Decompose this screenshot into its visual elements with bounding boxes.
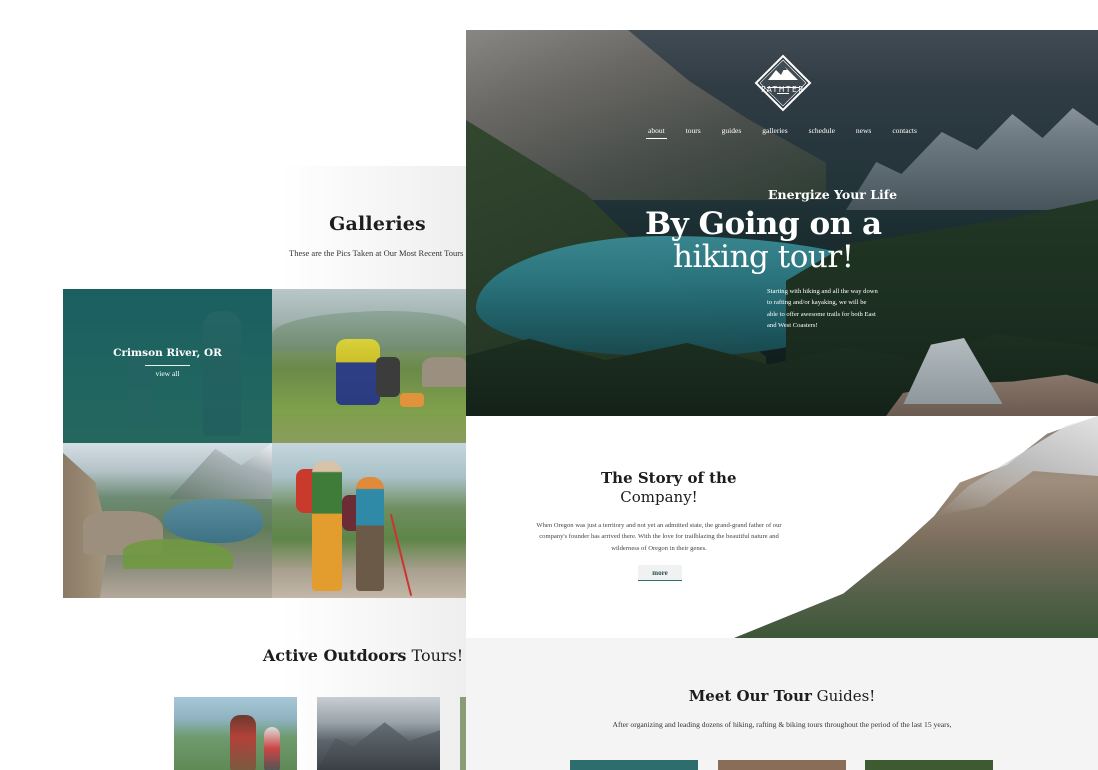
story-section: The Story of the Company! When Oregon wa… bbox=[466, 416, 1098, 638]
gallery-tile-featured[interactable]: Crimson River, OR view all bbox=[63, 289, 272, 443]
gallery-caption: Crimson River, OR bbox=[113, 347, 222, 359]
story-body: When Oregon was just a territory and not… bbox=[536, 522, 782, 552]
mountain-logo-icon[interactable] bbox=[754, 54, 812, 112]
guides-title-rest: Guides! bbox=[811, 687, 876, 705]
hero-title-line1: By Going on a bbox=[645, 206, 882, 242]
galleries-subtitle: These are the Pics Taken at Our Most Rec… bbox=[289, 248, 464, 258]
guides-title-bold: Meet Our Tour bbox=[688, 687, 812, 705]
backpack-shape bbox=[376, 357, 400, 397]
hiker-figure bbox=[264, 727, 280, 770]
mountain-shape bbox=[317, 722, 440, 770]
nav-item-contacts[interactable]: contacts bbox=[892, 126, 917, 135]
story-title-line2: Company! bbox=[620, 488, 698, 506]
nav-item-guides[interactable]: guides bbox=[722, 126, 742, 135]
nav-item-news[interactable]: news bbox=[856, 126, 871, 135]
hero-section: PATHTER about tours guides galleries sch… bbox=[466, 30, 1098, 416]
hiker-figure bbox=[312, 461, 342, 591]
guides-section: Meet Our Tour Guides! After organizing a… bbox=[466, 638, 1098, 770]
caption-divider bbox=[145, 365, 190, 366]
home-page-preview: PATHTER about tours guides galleries sch… bbox=[466, 30, 1098, 770]
logo-graphic bbox=[754, 54, 812, 112]
gear-bag-shape bbox=[400, 393, 424, 407]
hero-title-line2: hiking tour! bbox=[673, 239, 854, 275]
gallery-tile-backpacks[interactable] bbox=[272, 289, 466, 443]
gallery-tile-hikers[interactable] bbox=[272, 443, 466, 598]
nav-item-galleries[interactable]: galleries bbox=[762, 126, 787, 135]
guide-card[interactable] bbox=[718, 760, 846, 770]
gallery-grid: Crimson River, OR view all bbox=[63, 289, 466, 598]
nav-item-about[interactable]: about bbox=[646, 126, 667, 139]
guide-card[interactable] bbox=[570, 760, 698, 770]
view-all-link[interactable]: view all bbox=[63, 369, 272, 378]
mountain-shape bbox=[169, 443, 272, 499]
tour-card[interactable] bbox=[317, 697, 440, 770]
story-title-line1: The Story of the bbox=[601, 469, 737, 487]
nav-item-tours[interactable]: tours bbox=[686, 126, 701, 135]
tour-card[interactable] bbox=[174, 697, 297, 770]
grass-shape bbox=[123, 539, 233, 569]
tile-overlay bbox=[63, 289, 272, 443]
guides-subtitle: After organizing and leading dozens of h… bbox=[612, 720, 952, 729]
guide-card[interactable] bbox=[865, 760, 993, 770]
hero-tagline: Energize Your Life bbox=[768, 187, 898, 202]
active-tours-title-bold: Active Outdoors bbox=[262, 646, 407, 665]
hero-description: Starting with hiking and all the way dow… bbox=[767, 288, 878, 330]
nav-item-schedule[interactable]: schedule bbox=[809, 126, 835, 135]
trekking-pole bbox=[389, 514, 413, 596]
gallery-tile-lake-valley[interactable] bbox=[63, 443, 272, 598]
active-tours-title-rest: Tours! bbox=[406, 646, 464, 665]
backpack-shape bbox=[336, 339, 380, 405]
rock-shape bbox=[422, 357, 466, 387]
active-tours-title: Active Outdoors Tours! bbox=[248, 646, 478, 665]
more-button[interactable]: more bbox=[638, 565, 682, 581]
galleries-title: Galleries bbox=[329, 213, 426, 235]
hiker-figure bbox=[230, 715, 256, 770]
hiker-figure bbox=[356, 477, 384, 591]
lake-shape bbox=[163, 499, 263, 543]
main-nav: about tours guides galleries schedule ne… bbox=[646, 126, 917, 139]
guides-title: Meet Our Tour Guides! bbox=[466, 687, 1098, 705]
